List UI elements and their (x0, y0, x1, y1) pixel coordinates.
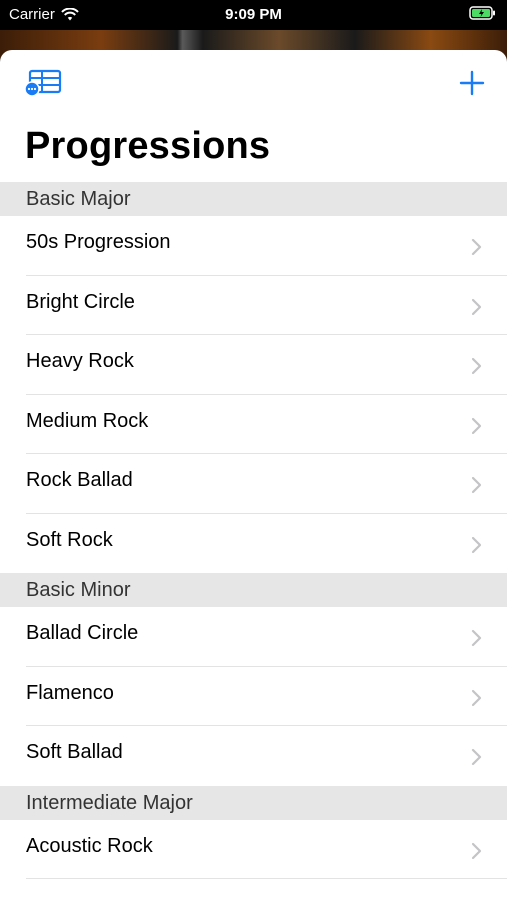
list-item-label: Ballad Circle (26, 622, 139, 644)
list-item-label: Rock Ballad (26, 469, 133, 491)
chevron-right-icon (471, 357, 482, 375)
chevron-right-icon (471, 476, 482, 494)
list-item[interactable]: Soft Rock (0, 513, 507, 573)
list-item-label: Soft Ballad (26, 741, 123, 763)
list-item-label: Soft Rock (26, 528, 113, 551)
table-icon[interactable] (24, 68, 64, 98)
page-title: Progressions (25, 125, 271, 167)
list-item-label: Heavy Rock (26, 350, 134, 372)
battery-icon (469, 6, 497, 24)
list-item[interactable]: Medium Rock (0, 394, 507, 454)
chevron-right-icon (471, 842, 482, 859)
progression-list: Basic Major 50s Progression Bright Circl… (0, 182, 507, 879)
list-item-label: Bright Circle (26, 290, 135, 313)
list-item-label: Acoustic Rock (26, 834, 153, 857)
section-header: Intermediate Major (0, 785, 507, 820)
chevron-right-icon (471, 748, 482, 766)
status-bar: Carrier 9:09 PM (0, 0, 507, 30)
progressions-sheet: Progressions Basic Major 50s Progression… (0, 50, 507, 900)
list-item-label: Medium Rock (26, 409, 149, 432)
section-header: Basic Minor (0, 573, 507, 607)
chevron-right-icon (471, 689, 482, 706)
list-item[interactable]: Heavy Rock (0, 335, 507, 395)
chevron-right-icon (471, 238, 482, 256)
list-item[interactable]: Soft Ballad (0, 726, 507, 786)
list-item[interactable]: Flamenco (0, 666, 507, 726)
row-separator (26, 878, 507, 879)
clock: 9:09 PM (225, 6, 282, 23)
list-item-label: 50s Progression (26, 231, 171, 253)
list-item-label: Flamenco (26, 681, 114, 704)
list-item[interactable]: Acoustic Rock (0, 819, 507, 879)
list-item[interactable]: Rock Ballad (0, 454, 507, 514)
chevron-right-icon (471, 536, 482, 553)
chevron-right-icon (471, 298, 482, 315)
list-item[interactable]: 50s Progression (0, 216, 507, 276)
chevron-right-icon (471, 629, 482, 647)
section-header: Basic Major (0, 182, 507, 216)
chevron-right-icon (471, 417, 482, 434)
list-item[interactable]: Bright Circle (0, 275, 507, 335)
list-item[interactable]: Ballad Circle (0, 607, 507, 667)
plus-icon[interactable] (459, 70, 485, 96)
